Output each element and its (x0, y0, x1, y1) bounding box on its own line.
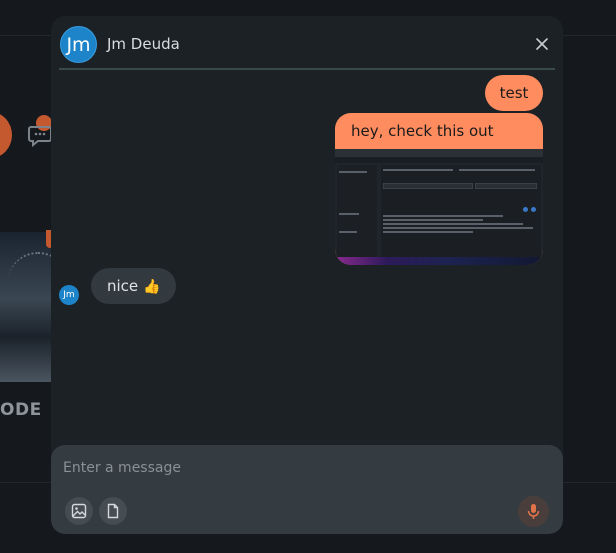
close-icon[interactable] (533, 35, 551, 53)
header-divider (59, 68, 555, 70)
attach-file-button[interactable] (99, 497, 127, 525)
message-text: nice (107, 277, 139, 295)
message-input[interactable] (63, 457, 463, 479)
message-bubble-outgoing-attachment: hey, check this out (335, 113, 543, 265)
chat-bubble-icon (28, 126, 52, 148)
message-composer (51, 445, 563, 534)
microphone-icon (527, 504, 540, 519)
image-icon (71, 503, 87, 519)
message-bubble-outgoing: test (485, 75, 543, 111)
file-icon (107, 503, 119, 519)
bg-card-caption: ODE (0, 400, 42, 420)
thumbs-up-emoji: 👍 (142, 279, 161, 295)
message-text: hey, check this out (351, 122, 494, 140)
chat-header: Jm Jm Deuda (51, 16, 563, 70)
attach-image-button[interactable] (65, 497, 93, 525)
voice-record-button[interactable] (518, 496, 549, 527)
contact-name: Jm Deuda (107, 35, 180, 53)
bg-card-image (0, 232, 55, 382)
bg-avatar (0, 112, 12, 158)
message-bubble-incoming: nice 👍 (91, 268, 176, 304)
contact-avatar: Jm (60, 26, 97, 63)
attachment-screenshot-image[interactable] (335, 149, 543, 265)
chat-dialog: Jm Jm Deuda test hey, check this out Jm … (51, 16, 563, 534)
incoming-avatar: Jm (59, 285, 79, 305)
